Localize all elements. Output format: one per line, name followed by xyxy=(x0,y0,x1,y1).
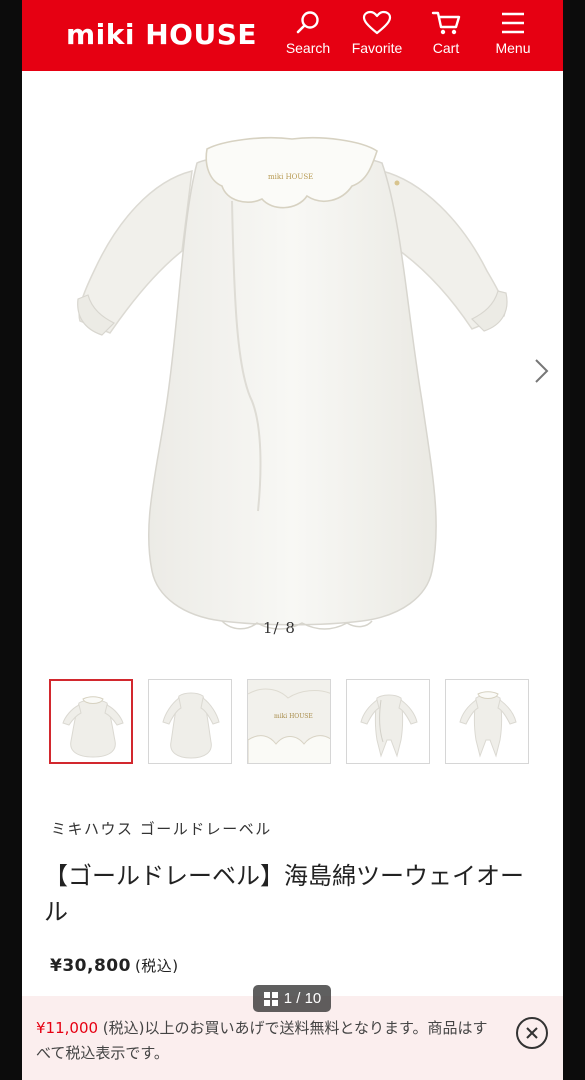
thumbnail-1[interactable] xyxy=(49,679,133,764)
thumbnail-3[interactable]: miki HOUSE xyxy=(247,679,331,764)
site-header: miki HOUSE Search Favorite Cart Menu xyxy=(0,0,585,71)
product-price: ¥30,800 (税込) xyxy=(50,955,179,976)
thumbnail-2[interactable] xyxy=(148,679,232,764)
product-main-image[interactable]: miki HOUSE xyxy=(22,71,563,644)
banner-close-button[interactable] xyxy=(516,1017,548,1049)
close-icon xyxy=(526,1027,538,1039)
device-frame-right xyxy=(563,0,585,1080)
price-value: ¥30,800 xyxy=(50,956,131,976)
svg-text:miki HOUSE: miki HOUSE xyxy=(274,713,313,720)
grid-icon xyxy=(263,991,278,1006)
svg-text:miki HOUSE: miki HOUSE xyxy=(268,173,313,181)
nav-favorite-button[interactable]: Favorite xyxy=(347,10,407,62)
nav-cart-label: Cart xyxy=(432,40,460,56)
product-title: 【ゴールドレーベル】海島綿ツーウェイオール xyxy=(44,862,524,926)
banner-message: (税込)以上のお買いあげで送料無料となります。商品はすべて税込表示です。 xyxy=(36,1019,488,1062)
site-logo[interactable]: miki HOUSE xyxy=(66,18,257,51)
hamburger-icon xyxy=(502,12,524,34)
thumbnail-4[interactable] xyxy=(346,679,430,764)
image-pager-pill[interactable]: 1 / 10 xyxy=(253,985,331,1012)
image-counter: 1/ 8 xyxy=(263,619,296,637)
nav-search-label: Search xyxy=(285,40,331,56)
nav-menu-button[interactable]: Menu xyxy=(490,10,536,62)
nav-search-button[interactable]: Search xyxy=(284,10,332,62)
thumbnail-strip: miki HOUSE xyxy=(49,679,529,764)
cart-icon xyxy=(431,11,461,35)
device-frame-left xyxy=(0,0,22,1080)
next-image-chevron-icon[interactable] xyxy=(530,355,552,387)
nav-menu-label: Menu xyxy=(495,40,531,56)
nav-cart-button[interactable]: Cart xyxy=(426,10,466,62)
pager-label: 1 / 10 xyxy=(283,990,322,1007)
search-icon xyxy=(296,11,319,34)
product-brand: ミキハウス ゴールドレーベル xyxy=(51,820,272,838)
thumbnail-5[interactable] xyxy=(445,679,529,764)
banner-amount: ¥11,000 xyxy=(36,1019,99,1037)
price-tax-note: (税込) xyxy=(134,957,179,975)
heart-icon xyxy=(362,10,392,35)
baby-romper-illustration: miki HOUSE xyxy=(77,136,508,630)
nav-favorite-label: Favorite xyxy=(351,40,403,56)
banner-text: ¥11,000 (税込)以上のお買いあげで送料無料となります。商品はすべて税込表… xyxy=(36,1016,501,1066)
